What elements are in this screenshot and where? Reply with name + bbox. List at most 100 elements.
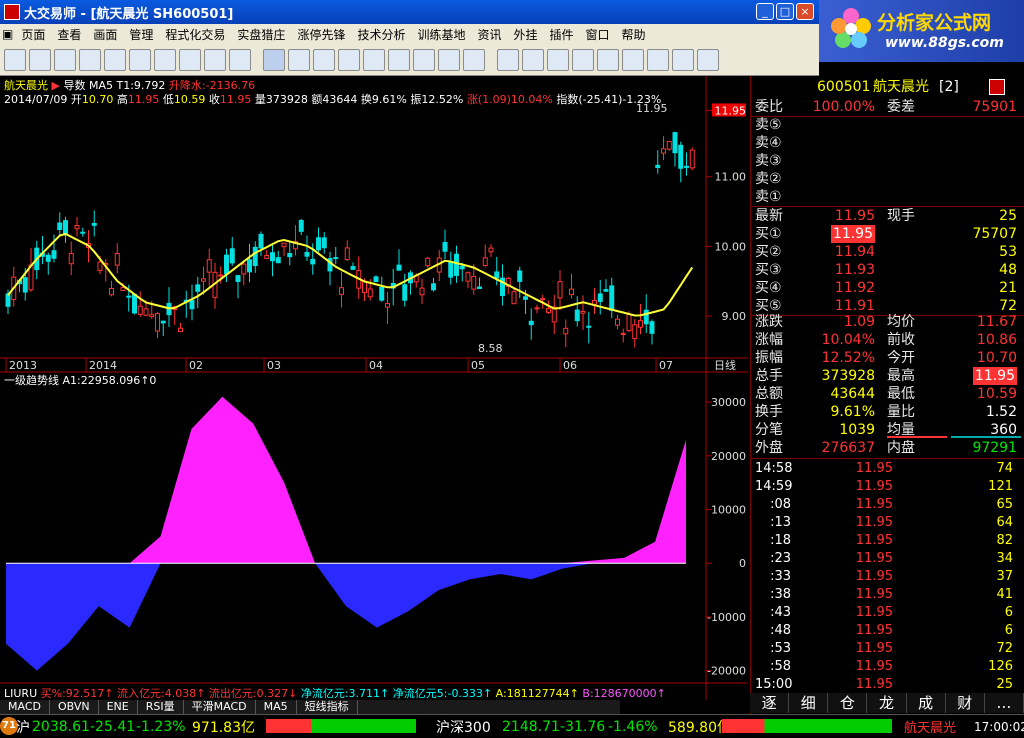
candle-body bbox=[626, 313, 632, 332]
toolbar-button-icon[interactable] bbox=[497, 48, 519, 71]
candle-body bbox=[270, 252, 275, 262]
toolbar-button-icon[interactable] bbox=[129, 48, 151, 71]
menu-item-0[interactable]: 页面 bbox=[15, 26, 51, 43]
indicator-tab-6[interactable]: 短线指标 bbox=[297, 700, 358, 714]
tick-row: :08 11.95 65 bbox=[751, 496, 1023, 514]
toolbar-button-icon[interactable] bbox=[288, 48, 310, 71]
toolbar-button-icon[interactable] bbox=[79, 48, 101, 71]
tick-row: :13 11.95 64 bbox=[751, 514, 1023, 532]
buy-volume: 21 bbox=[999, 280, 1017, 296]
right-tab-3[interactable]: 龙 bbox=[867, 693, 907, 713]
toolbar-button-icon[interactable] bbox=[54, 48, 76, 71]
tick-price: 11.95 bbox=[855, 497, 893, 512]
menu-item-12[interactable]: 窗口 bbox=[580, 26, 616, 43]
indicator-tab-5[interactable]: MA5 bbox=[256, 700, 297, 714]
menu-item-13[interactable]: 帮助 bbox=[616, 26, 652, 43]
toolbar-button-icon[interactable] bbox=[338, 48, 360, 71]
sub-header: 一级趋势线 A1:22958.096↑0 bbox=[4, 372, 156, 388]
indicator-tab-4[interactable]: 平滑MACD bbox=[184, 700, 256, 714]
stat-value: 373928 bbox=[821, 368, 875, 384]
inner-bar bbox=[951, 436, 1021, 438]
f10-icon[interactable] bbox=[989, 79, 1005, 95]
stat-value-2: 10.86 bbox=[976, 332, 1017, 348]
menu-item-1[interactable]: 查看 bbox=[51, 26, 87, 43]
candle-body bbox=[655, 164, 661, 168]
chart-area[interactable]: 11.95 11.00 10.00 9.00 11.95 8.58 2013 2014 02 03… bbox=[0, 76, 748, 714]
doc-icon[interactable]: ▣ bbox=[0, 27, 15, 41]
right-tab-5[interactable]: 财 bbox=[946, 693, 985, 713]
indicator-tab-0[interactable]: MACD bbox=[0, 700, 50, 714]
menu-item-8[interactable]: 训练基地 bbox=[411, 26, 471, 43]
minimize-button[interactable]: _ bbox=[756, 3, 774, 20]
menu-item-7[interactable]: 技术分析 bbox=[351, 26, 411, 43]
indicator-tab-1[interactable]: OBVN bbox=[50, 700, 99, 714]
toolbar-button-icon[interactable] bbox=[597, 48, 619, 71]
menu-item-5[interactable]: 实盘猎庄 bbox=[231, 26, 291, 43]
indicator-value: 净流亿元5:-0.333↑ bbox=[392, 687, 493, 700]
tick-price: 11.95 bbox=[855, 587, 893, 602]
buy-label: 买③ bbox=[755, 262, 782, 278]
candle-body bbox=[229, 248, 235, 264]
toolbar-button-icon[interactable] bbox=[388, 48, 410, 71]
right-tab-4[interactable]: 成 bbox=[907, 693, 946, 713]
low-marker: 8.58 bbox=[478, 342, 503, 355]
sell-label: 卖① bbox=[755, 189, 782, 205]
toolbar-button-icon[interactable] bbox=[313, 48, 335, 71]
toolbar-button-icon[interactable] bbox=[229, 48, 251, 71]
toolbar-button-icon[interactable] bbox=[29, 48, 51, 71]
toolbar-button-icon[interactable] bbox=[413, 48, 435, 71]
tick-volume: 37 bbox=[996, 569, 1013, 584]
toolbar-button-icon[interactable] bbox=[463, 48, 485, 71]
sell-label: 卖③ bbox=[755, 153, 782, 169]
candle-body bbox=[459, 265, 465, 270]
menu-item-6[interactable]: 涨停先锋 bbox=[291, 26, 351, 43]
hs300-bar bbox=[722, 719, 892, 733]
logo-url: www.88gs.com bbox=[885, 35, 1004, 51]
menu-item-2[interactable]: 画面 bbox=[87, 26, 123, 43]
toolbar-button-icon[interactable] bbox=[522, 48, 544, 71]
toolbar-button-icon[interactable] bbox=[204, 48, 226, 71]
toolbar-button-icon[interactable] bbox=[179, 48, 201, 71]
toolbar-button-icon[interactable] bbox=[672, 48, 694, 71]
toolbar-button-icon[interactable] bbox=[622, 48, 644, 71]
candle-body bbox=[442, 241, 448, 252]
toolbar-button-icon[interactable] bbox=[438, 48, 460, 71]
menu-item-9[interactable]: 资讯 bbox=[471, 26, 507, 43]
stat-label: 涨幅 bbox=[755, 332, 783, 348]
toolbar-button-icon[interactable] bbox=[104, 48, 126, 71]
menu-item-3[interactable]: 管理 bbox=[123, 26, 159, 43]
indicator-tab-2[interactable]: ENE bbox=[99, 700, 138, 714]
x-tick-label: 03 bbox=[267, 359, 281, 372]
right-tab-2[interactable]: 仓 bbox=[828, 693, 868, 713]
right-tab-6[interactable]: … bbox=[985, 693, 1024, 713]
right-tab-1[interactable]: 细 bbox=[789, 693, 829, 713]
tick-price: 11.95 bbox=[855, 479, 893, 494]
toolbar-button-icon[interactable] bbox=[4, 48, 26, 71]
sub-tick-label: 30000 bbox=[711, 396, 746, 409]
menu-item-11[interactable]: 插件 bbox=[544, 26, 580, 43]
candle-body bbox=[132, 294, 137, 314]
maximize-button[interactable]: □ bbox=[776, 3, 794, 20]
toolbar-button-icon[interactable] bbox=[647, 48, 669, 71]
menu-item-4[interactable]: 程式化交易 bbox=[159, 26, 231, 43]
quote-header: 600501 航天晨光 [2] bbox=[751, 78, 1023, 98]
candle-body bbox=[574, 309, 580, 322]
close-button[interactable]: × bbox=[796, 3, 814, 20]
tick-row: 15:00 11.95 25 bbox=[751, 676, 1023, 694]
indicator-tab-3[interactable]: RSI量 bbox=[138, 700, 184, 714]
right-tab-0[interactable]: 逐 bbox=[750, 693, 790, 713]
toolbar-button-icon[interactable] bbox=[547, 48, 569, 71]
toolbar-button-icon[interactable] bbox=[697, 48, 719, 71]
buy-volume: 53 bbox=[999, 244, 1017, 260]
candle-body bbox=[218, 274, 224, 277]
toolbar-button-icon[interactable] bbox=[572, 48, 594, 71]
buy-row: 买② 11.94 53 bbox=[751, 243, 1023, 261]
menu-item-10[interactable]: 外挂 bbox=[508, 26, 544, 43]
candle-body bbox=[224, 254, 229, 275]
kline-chart[interactable]: 11.9511.0010.009.0011.958.582013 2014 02 03… bbox=[0, 76, 748, 700]
toolbar-button-icon[interactable] bbox=[154, 48, 176, 71]
toolbar-button-icon[interactable] bbox=[263, 48, 285, 71]
cur-value: 25 bbox=[999, 208, 1017, 224]
toolbar-button-icon[interactable] bbox=[363, 48, 385, 71]
status-bar: 71 沪 2038.61 -25.41 -1.23% 971.83亿 沪深300… bbox=[0, 714, 1024, 738]
